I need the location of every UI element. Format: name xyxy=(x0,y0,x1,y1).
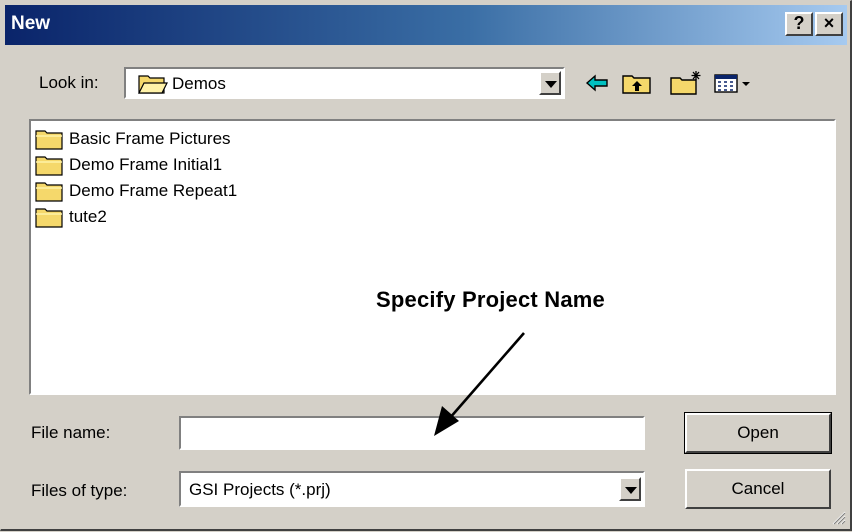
folder-icon xyxy=(35,182,63,202)
back-arrow-icon[interactable] xyxy=(584,69,610,97)
up-folder-icon[interactable] xyxy=(621,69,653,97)
file-type-label: Files of type: xyxy=(31,481,128,500)
title-bar[interactable]: New ? × xyxy=(5,5,847,45)
annotation-text: Specify Project Name xyxy=(376,287,605,312)
look-in-label: Look in: xyxy=(39,73,99,92)
folder-icon xyxy=(35,156,63,176)
file-type-dropdown-button[interactable] xyxy=(619,477,641,501)
list-item[interactable]: Demo Frame Initial1 xyxy=(35,153,222,177)
resize-grip-icon[interactable] xyxy=(830,509,846,525)
file-list[interactable]: Basic Frame Pictures Demo Frame Initial1… xyxy=(29,119,836,395)
look-in-dropdown-button[interactable] xyxy=(539,71,561,95)
file-name-text: Demo Frame Initial1 xyxy=(69,155,223,174)
window-title: New xyxy=(11,13,51,34)
list-item[interactable]: tute2 xyxy=(35,205,107,229)
file-name-input[interactable] xyxy=(179,416,645,450)
list-item[interactable]: Demo Frame Repeat1 xyxy=(35,179,237,203)
folder-icon xyxy=(35,208,63,228)
file-type-value: GSI Projects (*.prj) xyxy=(189,480,331,499)
help-button[interactable]: ? xyxy=(785,12,813,36)
open-folder-icon xyxy=(138,75,168,94)
file-name-label: File name: xyxy=(31,423,111,442)
look-in-value: Demos xyxy=(172,74,226,93)
file-name-text: Demo Frame Repeat1 xyxy=(69,181,238,200)
cancel-button[interactable]: Cancel xyxy=(685,469,831,509)
new-dialog: New ? × Look in: Demos Basic Frame Pictu… xyxy=(0,0,852,531)
file-name-text: tute2 xyxy=(69,207,107,226)
file-name-text: Basic Frame Pictures xyxy=(69,129,231,148)
new-folder-icon[interactable] xyxy=(669,69,703,97)
look-in-combo[interactable]: Demos xyxy=(124,67,565,99)
list-item[interactable]: Basic Frame Pictures xyxy=(35,127,231,151)
file-type-combo[interactable]: GSI Projects (*.prj) xyxy=(179,471,645,507)
view-menu-icon[interactable] xyxy=(713,69,753,97)
close-button[interactable]: × xyxy=(815,12,843,36)
folder-icon xyxy=(35,130,63,150)
open-button[interactable]: Open xyxy=(684,412,832,454)
